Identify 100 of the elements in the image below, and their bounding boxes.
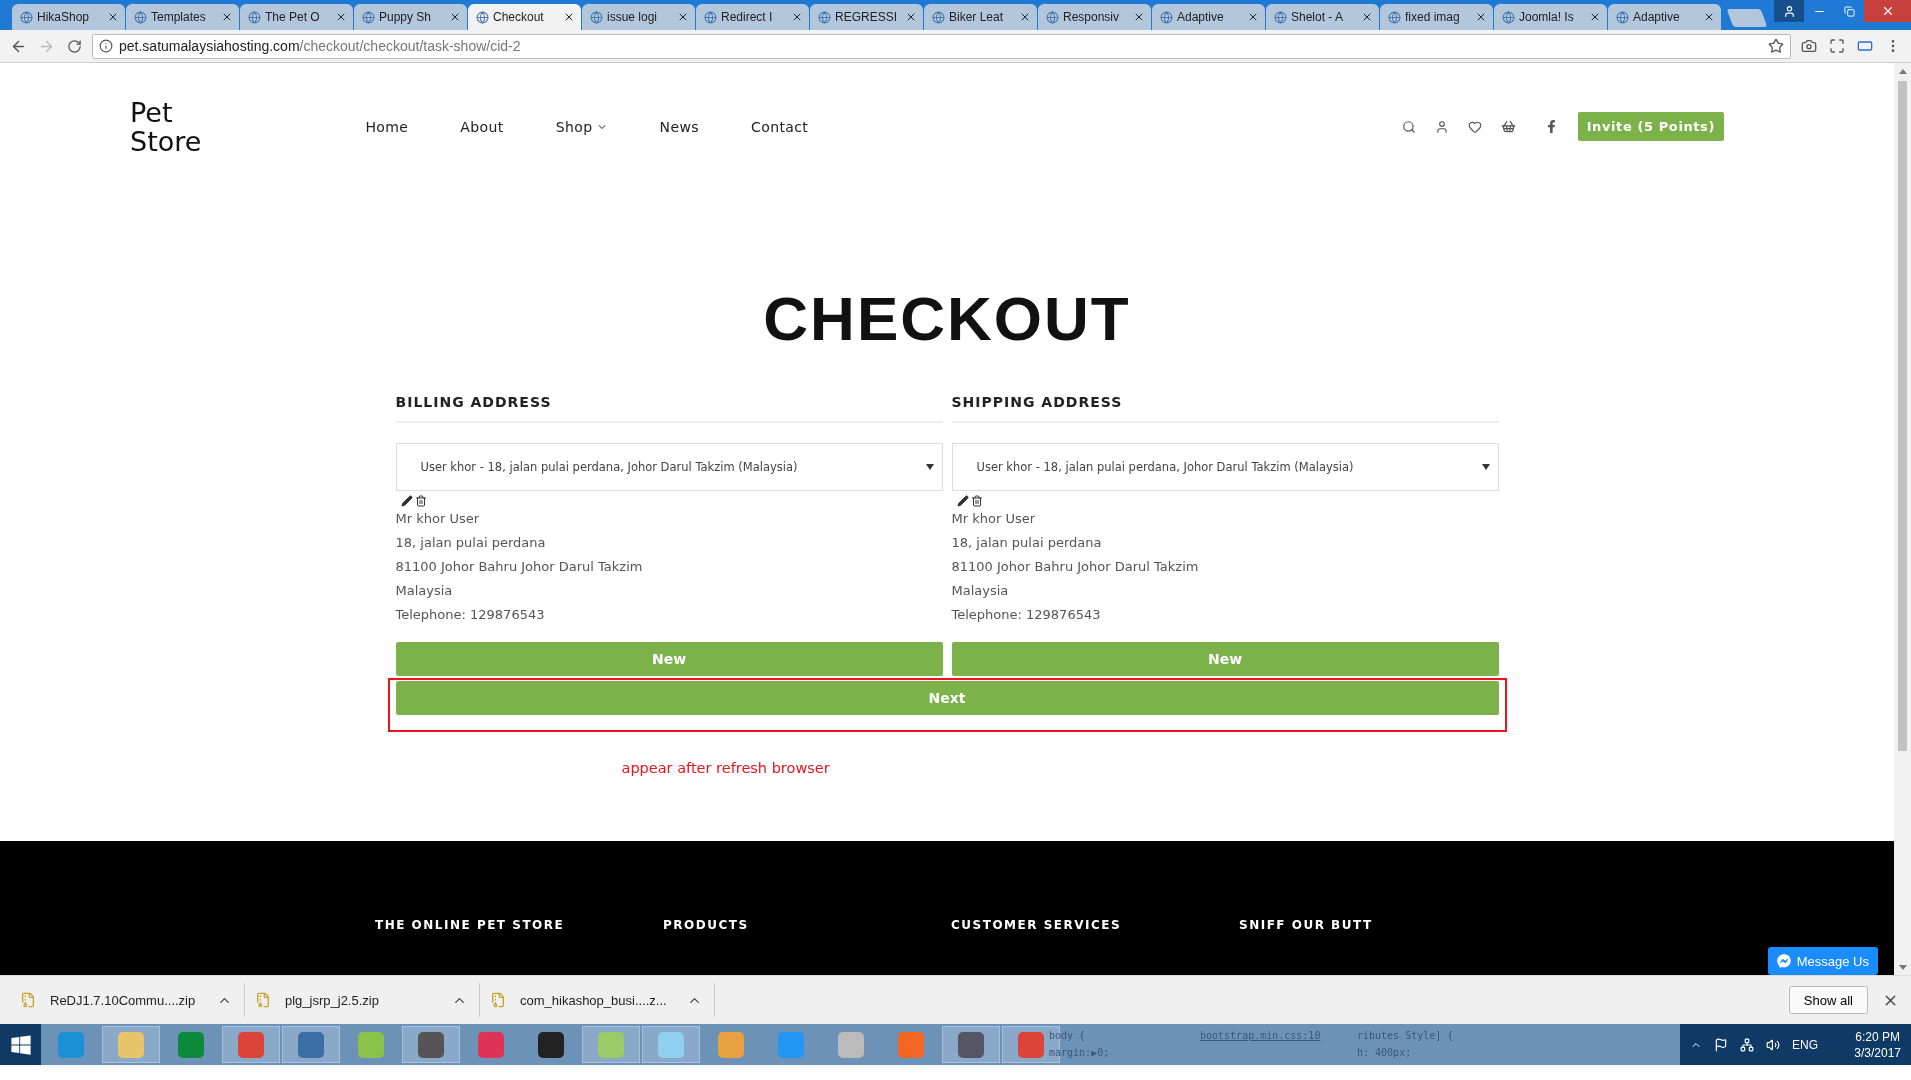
nav-link[interactable]: Home	[365, 118, 409, 135]
close-icon[interactable]	[791, 11, 803, 23]
app-icon[interactable]	[298, 1031, 324, 1058]
taskbar-app[interactable]	[402, 1026, 460, 1063]
favicon-icon	[932, 10, 945, 24]
favicon-icon	[476, 10, 489, 24]
ghost-code-text: ributes Style] {	[1357, 1029, 1454, 1043]
site-logo[interactable]: Pet Store	[130, 97, 202, 156]
download-item[interactable]: ReDJ1.7.10Commu....zip	[20, 983, 245, 1017]
scrollbar[interactable]	[1894, 63, 1911, 975]
favicon-icon	[1502, 10, 1515, 24]
favicon-icon	[248, 10, 261, 24]
flag-icon[interactable]	[1714, 1037, 1728, 1052]
close-icon[interactable]	[1361, 11, 1373, 23]
clock-date[interactable]: 3/3/2017	[1854, 1044, 1901, 1061]
app-icon[interactable]	[418, 1031, 444, 1058]
trash-icon[interactable]	[414, 495, 427, 507]
nav-link[interactable]: About	[460, 118, 504, 135]
favicon-icon	[362, 10, 375, 24]
basket-icon[interactable]	[1500, 119, 1516, 134]
close-icon[interactable]	[677, 11, 689, 23]
browser-tab[interactable]: Checkout	[468, 4, 581, 30]
section-heading: SHIPPING ADDRESS	[951, 394, 1499, 423]
browser-tab[interactable]: Responsiv	[1038, 4, 1151, 30]
close-icon[interactable]	[449, 11, 461, 23]
bookmark-star-icon[interactable]	[1768, 38, 1784, 54]
volume-icon[interactable]	[1766, 1037, 1780, 1052]
address-line: Telephone: 129876543	[951, 606, 1102, 624]
browser-tab[interactable]: REGRESSI	[810, 4, 923, 30]
taskbar-app[interactable]	[222, 1026, 280, 1063]
close-icon[interactable]	[1475, 11, 1487, 23]
start-button[interactable]	[0, 1024, 41, 1065]
taskbar-app[interactable]	[942, 1026, 1000, 1063]
favicon-icon	[20, 10, 33, 24]
language-indicator[interactable]: ENG	[1792, 1037, 1818, 1052]
ghost-code-text: h: 400px;	[1357, 1046, 1413, 1060]
browser-tab[interactable]: Shelot - A	[1266, 4, 1379, 30]
address-select[interactable]: User khor - 18, jalan pulai perdana, Johor Darul Takzim (Malaysia)	[395, 443, 943, 491]
url-path: /checkout/checkout/task-show/cid-2	[299, 38, 521, 54]
browser-tab[interactable]: The Pet O	[240, 4, 353, 30]
search-icon[interactable]	[1401, 119, 1416, 134]
favicon-icon	[590, 10, 603, 24]
browser-tab[interactable]: Templates	[126, 4, 239, 30]
caret-icon	[925, 464, 934, 470]
address-line: 18, jalan pulai perdana	[395, 534, 547, 552]
clock-time[interactable]: 6:20 PM	[1855, 1028, 1900, 1045]
new-tab-button[interactable]	[1726, 9, 1768, 27]
close-icon[interactable]	[563, 11, 575, 23]
browser-tab[interactable]: Redirect I	[696, 4, 809, 30]
browser-tab[interactable]: HikaShop	[12, 4, 125, 30]
download-item[interactable]: com_hikashop_busi....z...	[490, 983, 715, 1017]
trash-icon[interactable]	[970, 495, 983, 507]
browser-tab[interactable]: Adaptive	[1152, 4, 1265, 30]
address-line: Mr khor User	[951, 510, 1037, 528]
pencil-icon[interactable]	[400, 495, 413, 507]
scroll-up-icon[interactable]	[1898, 68, 1907, 74]
close-icon[interactable]	[107, 11, 119, 23]
favicon-icon	[1388, 10, 1401, 24]
nav-link[interactable]: News	[659, 118, 699, 135]
browser-tab[interactable]: Biker Leat	[924, 4, 1037, 30]
address-line: 81100 Johor Bahru Johor Darul Takzim	[951, 558, 1200, 576]
address-bar[interactable]: pet.satumalaysiahosting.com/checkout/checkout/task-show/cid-2	[92, 33, 1791, 59]
close-icon[interactable]	[1703, 11, 1715, 23]
restore-icon[interactable]	[1843, 5, 1855, 17]
nav-link[interactable]: Shop	[555, 118, 608, 135]
taskbar-app[interactable]	[282, 1026, 340, 1063]
footer-heading: THE ONLINE PET STORE	[375, 918, 566, 934]
browser-tab[interactable]: fixed imag	[1380, 4, 1493, 30]
windows-logo-icon[interactable]	[9, 1033, 32, 1056]
browser-tab[interactable]: issue logi	[582, 4, 695, 30]
browser-tab[interactable]: Joomla! Is	[1494, 4, 1607, 30]
app-icon[interactable]	[538, 1031, 564, 1058]
browser-tab[interactable]: Puppy Sh	[354, 4, 467, 30]
page-title: CHECKOUT	[762, 283, 1132, 355]
close-icon[interactable]	[1589, 11, 1601, 23]
show-all-button[interactable]: Show all	[1788, 986, 1868, 1014]
nav-link[interactable]: Contact	[751, 118, 809, 135]
person-icon[interactable]	[1782, 4, 1796, 18]
info-icon[interactable]	[99, 39, 113, 53]
profile-button[interactable]	[1774, 0, 1804, 22]
address-line: 18, jalan pulai perdana	[951, 534, 1103, 552]
fullscreen-icon[interactable]	[1827, 36, 1847, 56]
close-icon[interactable]	[335, 11, 347, 23]
app-icon[interactable]	[958, 1031, 984, 1058]
close-icon[interactable]	[1247, 11, 1259, 23]
zip-file-icon	[255, 992, 271, 1008]
close-icon[interactable]	[1133, 11, 1145, 23]
close-icon[interactable]	[221, 11, 233, 23]
account-icon[interactable]	[1434, 119, 1449, 134]
scroll-down-icon[interactable]	[1898, 964, 1907, 970]
favicon-icon	[818, 10, 831, 24]
download-item[interactable]: plg_jsrp_j2.5.zip	[255, 983, 480, 1017]
address-select[interactable]: User khor - 18, jalan pulai perdana, Johor Darul Takzim (Malaysia)	[951, 443, 1499, 491]
close-icon[interactable]	[905, 11, 917, 23]
heart-icon[interactable]	[1467, 119, 1482, 134]
network-icon[interactable]	[1740, 1037, 1754, 1052]
annotation-text: appear after refresh browser	[621, 760, 831, 776]
close-icon[interactable]	[1019, 11, 1031, 23]
pencil-icon[interactable]	[956, 495, 969, 507]
browser-tab[interactable]: Adaptive	[1608, 4, 1721, 30]
